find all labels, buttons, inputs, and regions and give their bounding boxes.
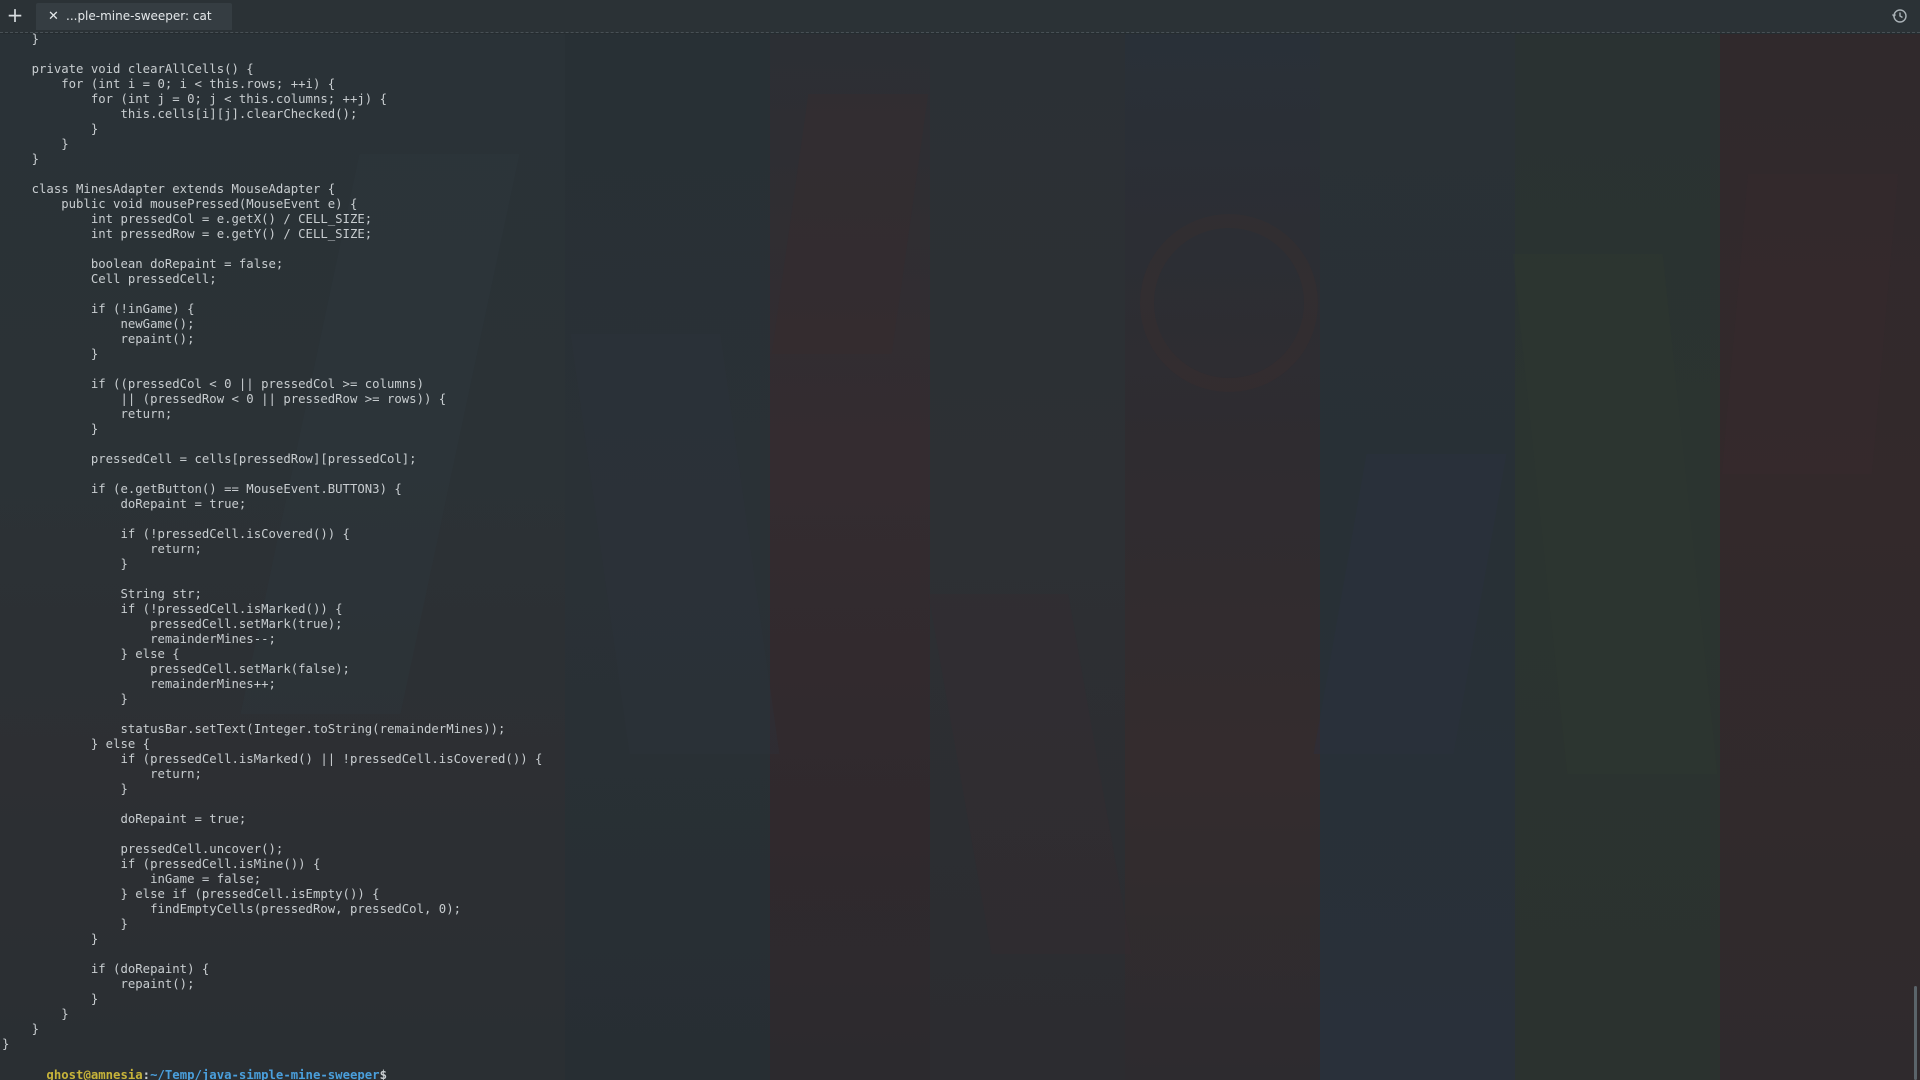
code-line: pressedCell.setMark(false);: [2, 662, 350, 676]
code-line: int pressedRow = e.getY() / CELL_SIZE;: [2, 227, 373, 241]
code-line: return;: [2, 767, 202, 781]
terminal-window: + ✕ ...ple-mine-sweeper: cat } private v…: [0, 0, 1920, 1080]
code-line: }: [2, 347, 99, 361]
code-line: int pressedCol = e.getX() / CELL_SIZE;: [2, 212, 373, 226]
code-line: if (!pressedCell.isCovered()) {: [2, 527, 350, 541]
code-line: }: [2, 32, 40, 46]
code-line: doRepaint = true;: [2, 497, 247, 511]
code-line: if (pressedCell.isMine()) {: [2, 857, 321, 871]
scrollbar[interactable]: [1908, 32, 1920, 1080]
code-line: return;: [2, 407, 173, 421]
code-line: } else {: [2, 737, 151, 751]
code-line: }: [2, 557, 128, 571]
new-tab-button[interactable]: +: [0, 0, 30, 32]
code-line: doRepaint = true;: [2, 812, 247, 826]
code-line: if (pressedCell.isMarked() || !pressedCe…: [2, 752, 543, 766]
code-line: pressedCell.setMark(true);: [2, 617, 343, 631]
plus-icon: +: [6, 3, 24, 27]
code-line: if (!pressedCell.isMarked()) {: [2, 602, 343, 616]
code-line: public void mousePressed(MouseEvent e) {: [2, 197, 358, 211]
tab-terminal[interactable]: ✕ ...ple-mine-sweeper: cat: [36, 3, 232, 30]
code-line: String str;: [2, 587, 202, 601]
code-line: if (e.getButton() == MouseEvent.BUTTON3)…: [2, 482, 402, 496]
prompt-path: ~/Temp/java-simple-mine-sweeper: [150, 1068, 380, 1080]
code-line: inGame = false;: [2, 872, 262, 886]
code-line: private void clearAllCells() {: [2, 62, 254, 76]
code-line: } else {: [2, 647, 180, 661]
code-line: pressedCell.uncover();: [2, 842, 284, 856]
code-line: class MinesAdapter extends MouseAdapter …: [2, 182, 336, 196]
code-line: repaint();: [2, 977, 195, 991]
code-line: remainderMines--;: [2, 632, 276, 646]
code-line: }: [2, 122, 99, 136]
code-line: boolean doRepaint = false;: [2, 257, 284, 271]
code-line: return;: [2, 542, 202, 556]
code-line: }: [2, 992, 99, 1006]
code-line: } else if (pressedCell.isEmpty()) {: [2, 887, 380, 901]
code-line: remainderMines++;: [2, 677, 276, 691]
code-line: pressedCell = cells[pressedRow][pressedC…: [2, 452, 417, 466]
scrollbar-thumb[interactable]: [1914, 985, 1917, 1080]
code-line: }: [2, 152, 40, 166]
code-line: }: [2, 1037, 10, 1051]
code-line: if (doRepaint) {: [2, 962, 210, 976]
code-line: }: [2, 917, 128, 931]
code-line: }: [2, 782, 128, 796]
code-line: }: [2, 137, 69, 151]
code-line: }: [2, 1022, 40, 1036]
code-line: for (int i = 0; i < this.rows; ++i) {: [2, 77, 336, 91]
code-line: }: [2, 932, 99, 946]
code-line: }: [2, 1007, 69, 1021]
code-line: for (int j = 0; j < this.columns; ++j) {: [2, 92, 387, 106]
prompt-separator: :: [142, 1068, 151, 1080]
shell-prompt[interactable]: ghost@amnesia:~/Temp/java-simple-mine-sw…: [2, 1052, 394, 1080]
code-line: findEmptyCells(pressedRow, pressedCol, 0…: [2, 902, 462, 916]
text-cursor: [387, 1067, 394, 1080]
prompt-user-host: ghost@amnesia: [46, 1068, 143, 1080]
code-line: if ((pressedCol < 0 || pressedCol >= col…: [2, 377, 424, 391]
code-line: || (pressedRow < 0 || pressedRow >= rows…: [2, 392, 447, 406]
code-line: statusBar.setText(Integer.toString(remai…: [2, 722, 506, 736]
tab-title: ...ple-mine-sweeper: cat: [66, 9, 212, 23]
code-line: if (!inGame) {: [2, 302, 195, 316]
code-line: }: [2, 692, 128, 706]
close-icon[interactable]: ✕: [48, 3, 60, 30]
terminal-output[interactable]: } private void clearAllCells() { for (in…: [0, 32, 1905, 1080]
code-line: this.cells[i][j].clearChecked();: [2, 107, 358, 121]
code-line: Cell pressedCell;: [2, 272, 217, 286]
history-icon[interactable]: [1890, 6, 1910, 26]
code-listing: } private void clearAllCells() { for (in…: [0, 32, 542, 1052]
code-line: }: [2, 422, 99, 436]
code-line: newGame();: [2, 317, 195, 331]
prompt-symbol: $: [379, 1068, 387, 1080]
tab-bar: + ✕ ...ple-mine-sweeper: cat: [0, 0, 1920, 33]
code-line: repaint();: [2, 332, 195, 346]
